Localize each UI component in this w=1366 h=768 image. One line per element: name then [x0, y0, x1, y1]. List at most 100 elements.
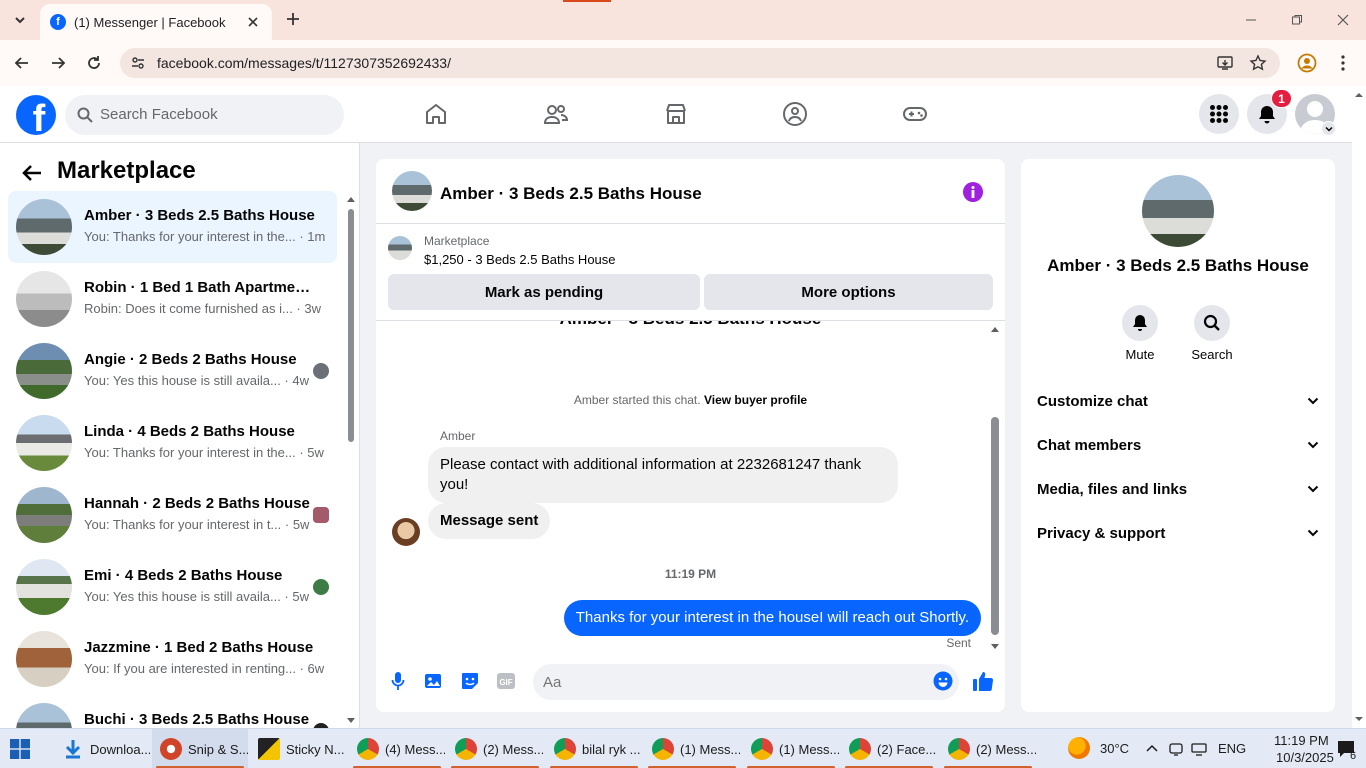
scroll-down-arrow-icon[interactable] [346, 717, 356, 725]
clock-date[interactable]: 10/3/2025 [1276, 750, 1334, 765]
clock-time[interactable]: 11:19 PM [1274, 733, 1329, 748]
chat-intro-title: Amber · 3 Beds 2.5 Baths House [376, 321, 1005, 329]
taskbar-snip-sketch[interactable]: Snip & S... [152, 729, 248, 768]
sender-avatar[interactable] [392, 518, 420, 546]
back-button[interactable] [11, 52, 33, 74]
gaming-nav-button[interactable] [901, 100, 929, 128]
send-like-button[interactable] [972, 670, 994, 692]
message-input[interactable] [533, 664, 959, 700]
url-text[interactable]: facebook.com/messages/t/1127307352692433… [157, 55, 451, 71]
facebook-logo[interactable]: f [16, 95, 56, 135]
listing-avatar[interactable] [1142, 175, 1214, 247]
scroll-down-arrow-icon[interactable] [989, 643, 1001, 651]
reload-button[interactable] [83, 52, 105, 74]
conversation-preview: You: Yes this house is still availa... ·… [84, 373, 309, 388]
weather-icon[interactable] [1068, 737, 1090, 759]
chat-header: Amber · 3 Beds 2.5 Baths House [376, 159, 1005, 224]
message-bubble-incoming[interactable]: Message sent [428, 503, 551, 539]
conversation-info-button[interactable] [963, 182, 983, 202]
scrollbar-thumb[interactable] [991, 417, 999, 635]
taskbar-sticky-notes[interactable]: Sticky N... [250, 729, 346, 768]
address-bar[interactable]: facebook.com/messages/t/1127307352692433… [120, 48, 1280, 78]
site-info-icon[interactable] [130, 55, 146, 71]
marketplace-nav-button[interactable] [662, 100, 690, 128]
listing-thumbnail[interactable] [388, 236, 412, 260]
close-window-button[interactable] [1332, 10, 1354, 30]
account-menu-caret[interactable] [1321, 121, 1336, 136]
forward-button[interactable] [47, 52, 69, 74]
restore-button[interactable] [1286, 10, 1308, 30]
install-app-icon[interactable] [1216, 54, 1234, 72]
listing-title[interactable]: $1,250 - 3 Beds 2.5 Baths House [424, 252, 616, 267]
taskbar-chrome-window[interactable]: bilal ryk ... [546, 729, 642, 768]
menu-button[interactable] [1199, 94, 1239, 134]
listing-bar: Marketplace $1,250 - 3 Beds 2.5 Baths Ho… [376, 224, 1005, 321]
chat-members-row[interactable]: Chat members [1029, 423, 1327, 467]
message-scrollbar[interactable] [989, 321, 1001, 651]
scroll-down-arrow-icon[interactable] [1352, 712, 1366, 726]
conversation-item[interactable]: Robin · 1 Bed 1 Bath Apartment/... Robin… [8, 263, 337, 335]
windows-start-icon[interactable] [10, 739, 30, 759]
scroll-up-arrow-icon[interactable] [346, 195, 356, 203]
sticker-button[interactable] [459, 670, 481, 692]
home-nav-button[interactable] [422, 100, 450, 128]
close-tab-button[interactable] [244, 13, 262, 31]
network-icon[interactable] [1191, 741, 1207, 757]
chat-title[interactable]: Amber · 3 Beds 2.5 Baths House [440, 184, 702, 204]
conversation-item[interactable]: Amber · 3 Beds 2.5 Baths House You: Than… [8, 191, 337, 263]
emoji-button[interactable] [932, 670, 954, 692]
search-in-chat-button[interactable]: Search [1182, 305, 1242, 362]
media-files-links-row[interactable]: Media, files and links [1029, 467, 1327, 511]
message-bubble-outgoing[interactable]: Thanks for your interest in the houseI w… [563, 600, 981, 636]
chrome-menu-button[interactable] [1332, 52, 1354, 74]
conversation-item[interactable]: Linda · 4 Beds 2 Baths House You: Thanks… [8, 407, 337, 479]
privacy-support-row[interactable]: Privacy & support [1029, 511, 1327, 555]
close-icon [1337, 14, 1349, 26]
section-label: Customize chat [1037, 392, 1148, 410]
more-options-button[interactable]: More options [704, 274, 993, 310]
voice-clip-button[interactable] [387, 670, 409, 692]
customize-chat-row[interactable]: Customize chat [1029, 379, 1327, 423]
mute-button[interactable]: Mute [1110, 305, 1170, 362]
scrollbar-thumb[interactable] [348, 209, 354, 442]
conversation-item[interactable]: Angie · 2 Beds 2 Baths House You: Yes th… [8, 335, 337, 407]
scroll-up-arrow-icon[interactable] [989, 325, 1001, 333]
chat-avatar[interactable] [392, 171, 432, 211]
conversation-scrollbar[interactable] [346, 195, 356, 725]
tab-search-button[interactable] [8, 8, 32, 32]
taskbar-chrome-window[interactable]: (4) Mess... [349, 729, 445, 768]
meet-now-icon[interactable] [1169, 741, 1183, 757]
conversation-item[interactable]: Jazzmine · 1 Bed 2 Baths House You: If y… [8, 623, 337, 695]
taskbar-downloads[interactable]: Downloa... [54, 729, 150, 768]
taskbar-chrome-window[interactable]: (2) Mess... [940, 729, 1036, 768]
emoji-icon [933, 671, 953, 691]
input-language[interactable]: ENG [1218, 741, 1246, 756]
page-scrollbar[interactable] [1352, 86, 1366, 728]
conversation-item[interactable]: Buchi · 3 Beds 2.5 Baths House [8, 695, 337, 728]
system-tray: 30°C ENG 11:19 PM 10/3/2025 6 [1060, 729, 1366, 768]
new-tab-button[interactable] [282, 8, 304, 30]
taskbar-chrome-window[interactable]: (1) Mess... [743, 729, 839, 768]
conversation-item[interactable]: Emi · 4 Beds 2 Baths House You: Yes this… [8, 551, 337, 623]
tab-messenger[interactable]: f (1) Messenger | Facebook [40, 4, 272, 40]
friends-nav-button[interactable] [542, 100, 570, 128]
weather-temp[interactable]: 30°C [1100, 741, 1129, 756]
chevron-up-icon[interactable] [1146, 743, 1158, 753]
taskbar-chrome-window[interactable]: (1) Mess... [644, 729, 740, 768]
message-bubble-incoming[interactable]: Please contact with additional informati… [428, 447, 898, 503]
facebook-search[interactable]: Search Facebook [65, 95, 344, 135]
conversation-item[interactable]: Hannah · 2 Beds 2 Baths House You: Thank… [8, 479, 337, 551]
back-button[interactable] [20, 161, 44, 185]
taskbar-chrome-window[interactable]: (2) Mess... [447, 729, 543, 768]
mark-as-pending-button[interactable]: Mark as pending [388, 274, 700, 310]
gif-button[interactable]: GIF [495, 670, 517, 692]
bookmark-star-icon[interactable] [1249, 54, 1267, 72]
chrome-profile-button[interactable] [1296, 52, 1318, 74]
scroll-up-arrow-icon[interactable] [1352, 88, 1366, 102]
taskbar-chrome-window[interactable]: (2) Face... [841, 729, 937, 768]
search-label: Search [1191, 347, 1233, 362]
view-buyer-profile-link[interactable]: View buyer profile [704, 393, 807, 407]
minimize-button[interactable] [1240, 10, 1262, 30]
attach-media-button[interactable] [423, 670, 445, 692]
groups-nav-button[interactable] [781, 100, 809, 128]
